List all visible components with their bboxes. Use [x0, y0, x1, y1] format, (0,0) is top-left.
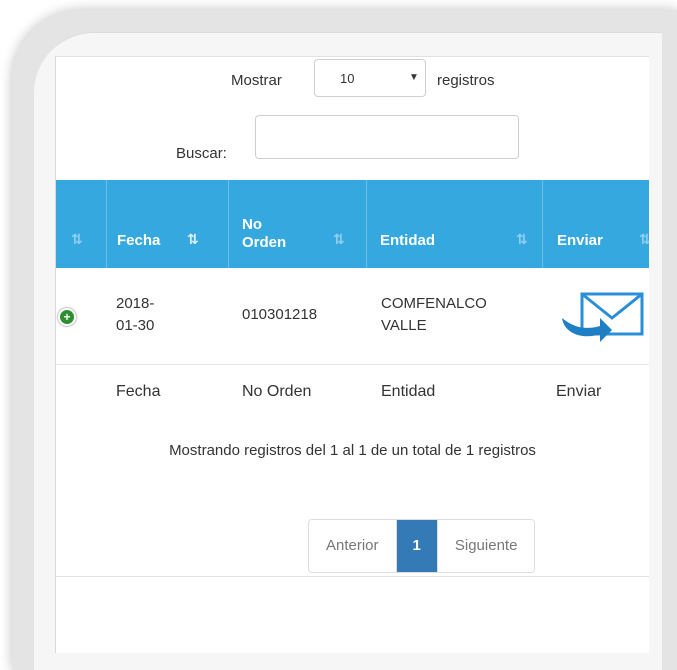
table-footer: Fecha No Orden Entidad Enviar	[56, 365, 649, 423]
pagination: Anterior 1 Siguiente	[308, 519, 536, 573]
datatable-panel: Mostrar 10 ▼ registros Buscar: ⇅ Fecha ⇅…	[55, 56, 649, 653]
sort-icon: ⇅	[639, 231, 649, 247]
search-input[interactable]	[255, 115, 519, 159]
pagination-page-1[interactable]: 1	[396, 520, 437, 572]
sort-icon: ⇅	[516, 231, 528, 247]
header-enviar[interactable]: Enviar ⇅	[542, 180, 649, 268]
header-orden-label: No Orden	[242, 216, 287, 251]
chevron-down-icon: ▼	[409, 72, 419, 83]
envelope-icon[interactable]	[558, 292, 644, 346]
cell-fecha: 2018-01-30	[116, 295, 155, 334]
expand-row-icon[interactable]: +	[58, 308, 76, 326]
length-prefix: Mostrar	[231, 72, 282, 89]
length-select[interactable]: 10 ▼	[314, 59, 426, 97]
sort-icon: ⇅	[71, 231, 83, 247]
footer-entidad: Entidad	[381, 383, 436, 400]
table-header: ⇅ Fecha ⇅ No Orden ⇅ Entidad ⇅ Enviar ⇅	[56, 180, 649, 268]
cell-entidad: COMFENALCO VALLE	[381, 295, 487, 334]
header-entidad[interactable]: Entidad ⇅	[366, 180, 543, 268]
sort-desc-icon: ⇅	[187, 231, 199, 247]
cell-orden: 010301218	[242, 306, 318, 323]
table-row: + 2018-01-30 010301218 COMFENALCO VALLE	[56, 268, 649, 365]
header-control-col[interactable]: ⇅	[56, 180, 106, 268]
length-control: Mostrar 10 ▼ registros	[56, 57, 649, 103]
length-suffix: registros	[437, 72, 495, 89]
header-orden[interactable]: No Orden ⇅	[228, 180, 367, 268]
header-fecha[interactable]: Fecha ⇅	[106, 180, 229, 268]
divider	[56, 576, 649, 577]
search-label: Buscar:	[176, 145, 227, 162]
sort-icon: ⇅	[333, 231, 345, 247]
header-enviar-label: Enviar	[557, 232, 603, 249]
header-entidad-label: Entidad	[380, 232, 435, 249]
header-fecha-label: Fecha	[117, 232, 161, 249]
footer-orden: No Orden	[242, 383, 312, 400]
table-info: Mostrando registros del 1 al 1 de un tot…	[56, 437, 649, 465]
pagination-prev-button[interactable]: Anterior	[309, 520, 397, 572]
table-info-text: Mostrando registros del 1 al 1 de un tot…	[169, 442, 536, 459]
pagination-next-button[interactable]: Siguiente	[436, 520, 535, 572]
footer-fecha: Fecha	[116, 383, 161, 400]
length-select-value: 10	[340, 71, 355, 86]
footer-enviar: Enviar	[556, 383, 602, 400]
